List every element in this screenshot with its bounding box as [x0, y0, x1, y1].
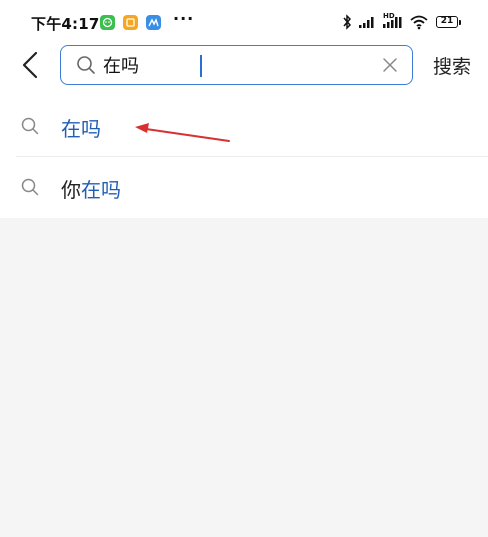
battery-icon: 21	[436, 16, 458, 28]
suggestion-prefix: 你	[61, 178, 81, 202]
search-icon	[21, 117, 39, 135]
app-notification-icon	[146, 15, 161, 30]
search-button[interactable]: 搜索	[433, 52, 471, 79]
suggestion-highlight: 在吗	[61, 117, 101, 141]
wifi-icon	[410, 15, 428, 30]
back-arrow-icon	[22, 51, 38, 79]
search-box[interactable]	[60, 45, 413, 85]
more-notifications-indicator: ···	[173, 9, 195, 28]
clear-button[interactable]	[381, 56, 399, 74]
suggestion-highlight: 在吗	[81, 178, 121, 202]
bluetooth-icon	[343, 14, 352, 30]
back-button[interactable]	[14, 48, 48, 82]
status-time: 下午4:17	[31, 15, 100, 33]
signal-icon	[359, 17, 374, 28]
search-input[interactable]	[103, 53, 363, 77]
suggestion-item[interactable]: 在吗	[0, 96, 488, 156]
signal-icon-2	[383, 17, 402, 28]
search-icon	[77, 56, 95, 74]
status-bar: 下午4:17 ··· HD 21	[0, 0, 488, 44]
suggestion-label: 在吗	[61, 113, 101, 142]
battery-tip	[459, 20, 461, 25]
text-cursor	[200, 55, 202, 77]
suggestion-label: 你在吗	[61, 174, 121, 203]
battery-level: 21	[440, 16, 454, 26]
suggestion-item[interactable]: 你在吗	[0, 157, 488, 217]
wechat-notification-icon	[100, 15, 115, 30]
notes-notification-icon	[123, 15, 138, 30]
search-icon	[21, 178, 39, 196]
clear-icon	[383, 58, 397, 72]
